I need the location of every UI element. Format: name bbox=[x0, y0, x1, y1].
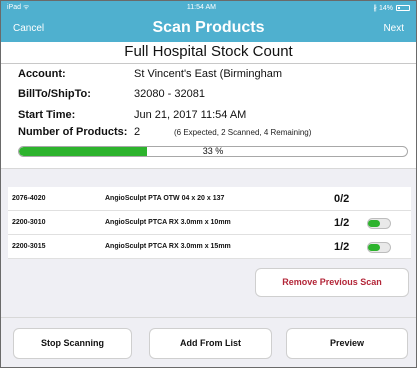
product-code: 2200-3010 bbox=[12, 219, 46, 226]
account-label: Account: bbox=[18, 68, 66, 80]
page-title: Scan Products bbox=[152, 19, 265, 36]
status-bar: iPad ᯤ 11:54 AM ∦ 14% bbox=[1, 1, 416, 14]
product-description: AngioSculpt PTCA RX 3.0mm x 15mm bbox=[105, 243, 231, 250]
product-code: 2076-4020 bbox=[12, 195, 46, 202]
account-value: St Vincent's East (Birmingham bbox=[134, 68, 283, 80]
navigation-bar: Cancel Scan Products Next bbox=[1, 14, 416, 42]
product-quantity: 1/2 bbox=[334, 217, 350, 229]
preview-button[interactable]: Preview bbox=[286, 328, 408, 359]
scan-toggle[interactable] bbox=[367, 218, 391, 229]
add-from-list-button[interactable]: Add From List bbox=[149, 328, 272, 359]
product-row[interactable]: 2200-3010 AngioSculpt PTCA RX 3.0mm x 10… bbox=[8, 211, 411, 235]
number-of-products-label: Number of Products: bbox=[18, 126, 128, 138]
toggle-knob bbox=[368, 220, 380, 227]
billto-value: 32080 - 32081 bbox=[134, 88, 205, 100]
carrier-label: iPad ᯤ bbox=[7, 4, 30, 11]
progress-percent: 33 % bbox=[202, 146, 224, 156]
product-quantity: 0/2 bbox=[334, 193, 350, 205]
count-title: Full Hospital Stock Count bbox=[124, 43, 293, 60]
product-row[interactable]: 2076-4020 AngioSculpt PTA OTW 04 x 20 x … bbox=[8, 187, 411, 211]
count-info-panel: Full Hospital Stock Count Account: St Vi… bbox=[1, 42, 416, 169]
scan-toggle[interactable] bbox=[367, 242, 391, 253]
divider bbox=[1, 317, 416, 318]
product-code: 2200-3015 bbox=[12, 243, 46, 250]
number-of-products-value: 2 bbox=[134, 126, 141, 138]
remove-previous-scan-button[interactable]: Remove Previous Scan bbox=[255, 268, 409, 297]
start-time-label: Start Time: bbox=[18, 109, 76, 121]
start-time-value: Jun 21, 2017 11:54 AM bbox=[134, 109, 247, 121]
product-quantity: 1/2 bbox=[334, 241, 350, 253]
status-time: 11:54 AM bbox=[186, 4, 216, 11]
next-button[interactable]: Next bbox=[383, 23, 404, 34]
count-summary: (6 Expected, 2 Scanned, 4 Remaining) bbox=[174, 128, 312, 137]
battery-label: ∦ 14% bbox=[373, 4, 393, 12]
battery-area: ∦ 14% bbox=[374, 4, 410, 12]
stop-scanning-button[interactable]: Stop Scanning bbox=[13, 328, 132, 359]
product-list: 2076-4020 AngioSculpt PTA OTW 04 x 20 x … bbox=[8, 187, 411, 259]
product-description: AngioSculpt PTA OTW 04 x 20 x 137 bbox=[105, 195, 225, 202]
product-row[interactable]: 2200-3015 AngioSculpt PTCA RX 3.0mm x 15… bbox=[8, 235, 411, 259]
toggle-knob bbox=[368, 244, 380, 251]
divider bbox=[1, 63, 416, 64]
billto-label: BillTo/ShipTo: bbox=[18, 88, 91, 100]
product-description: AngioSculpt PTCA RX 3.0mm x 10mm bbox=[105, 219, 231, 226]
battery-icon bbox=[395, 4, 410, 11]
app-window: iPad ᯤ 11:54 AM ∦ 14% Cancel Scan Produc… bbox=[0, 0, 417, 368]
